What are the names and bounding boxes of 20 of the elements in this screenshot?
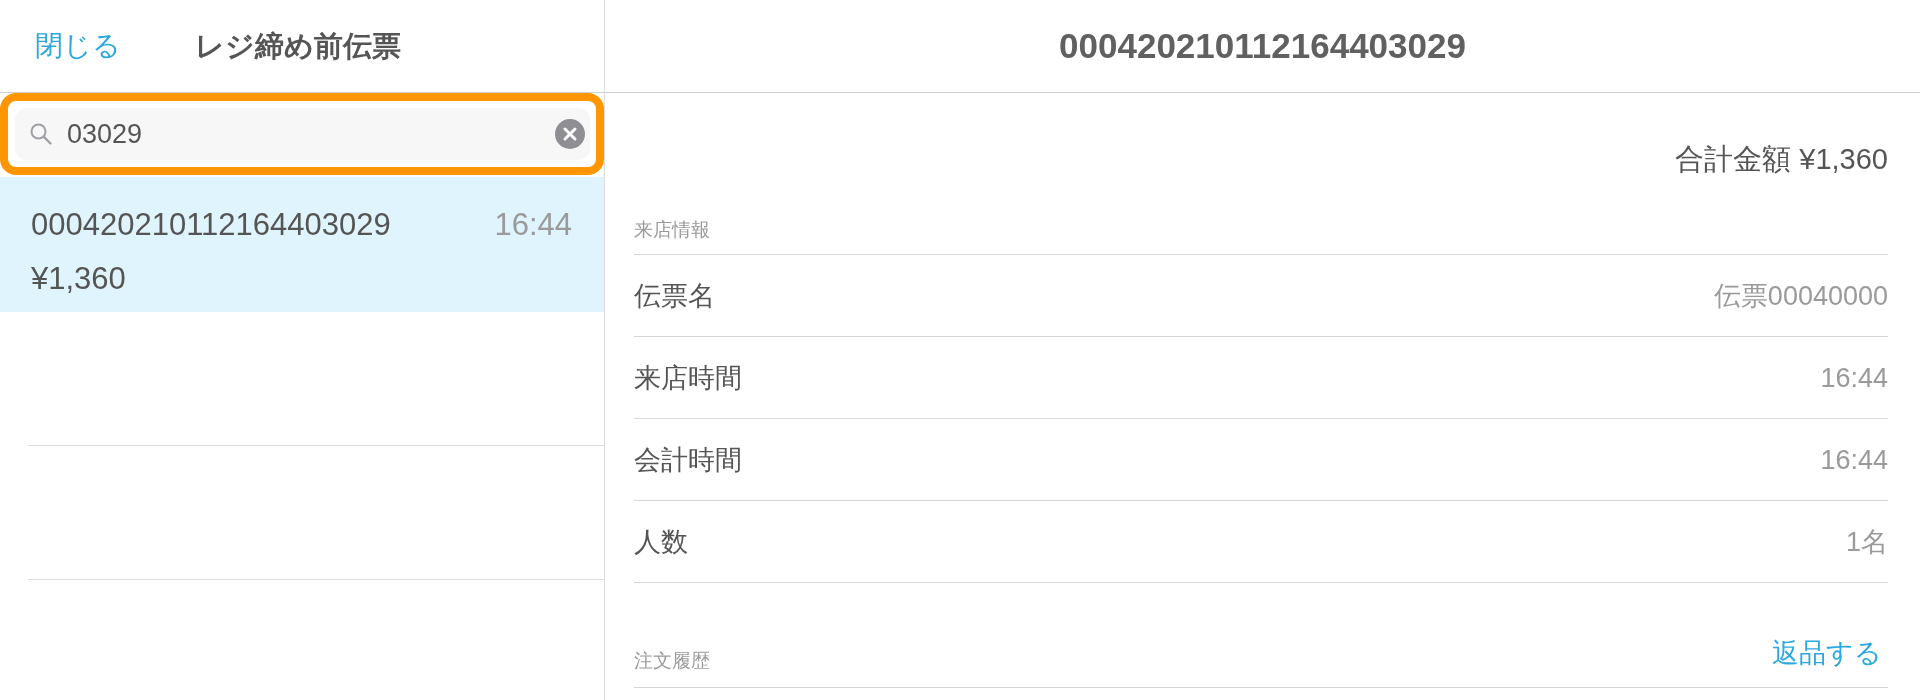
field-value: 伝票00040000 [1713,279,1888,313]
section-label: 来店情報 [634,218,710,242]
receipt-row[interactable]: 000420210112164403029 16:44 ¥1,360 [0,177,604,312]
field-label: 会計時間 [634,443,742,477]
total-amount: 合計金額 ¥1,360 [1675,142,1888,177]
field-label: 来店時間 [634,361,742,395]
search-field[interactable]: 03029 [15,108,590,160]
receipt-number: 000420210112164403029 [31,207,391,243]
field-value: 16:44 [1820,443,1888,477]
field-label: 伝票名 [634,279,715,313]
section-label: 注文履歴 [634,649,710,673]
field-label: 人数 [634,525,688,559]
field-value: 16:44 [1820,361,1888,395]
field-value: 1名 [1845,525,1888,559]
x-circle-icon[interactable] [555,119,585,149]
panel-title: レジ締め前伝票 [195,29,401,64]
search-icon [30,123,52,145]
receipt-title: 000420210112164403029 [1059,26,1466,66]
receipt-amount: ¥1,360 [31,261,126,297]
receipt-time: 16:44 [494,207,572,243]
